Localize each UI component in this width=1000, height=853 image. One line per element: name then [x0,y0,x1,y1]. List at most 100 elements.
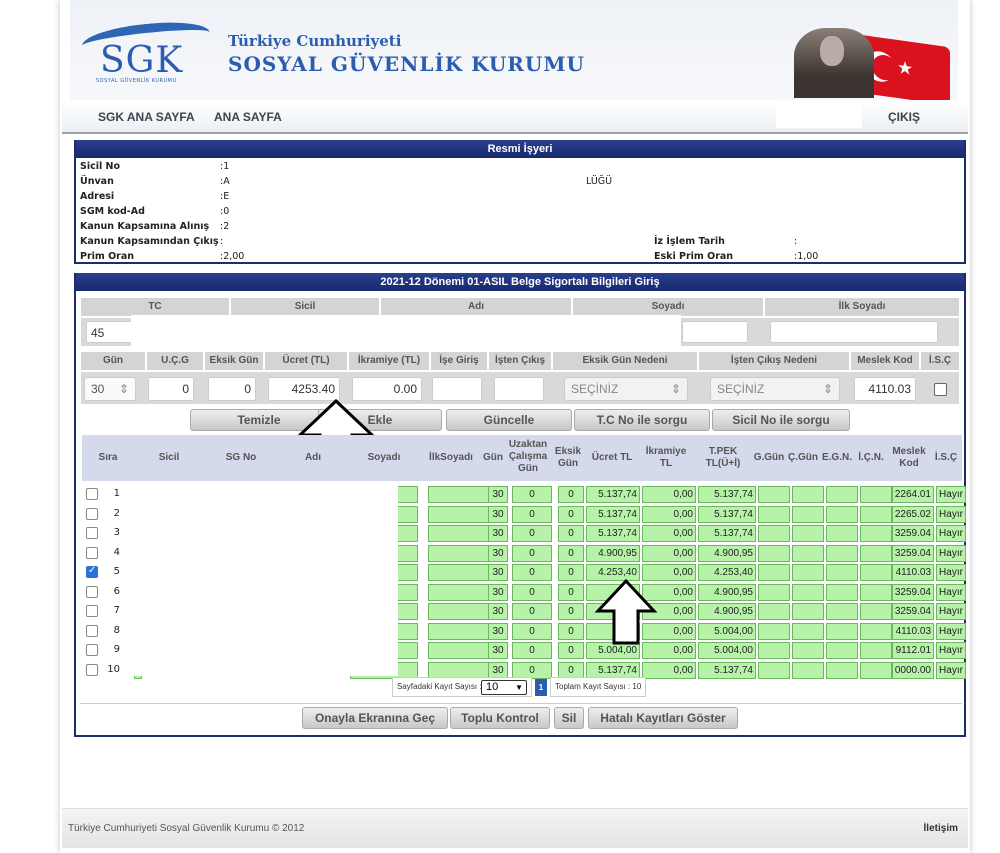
row-number: 2 [113,507,120,519]
header-isten-cikis-nedeni: İşten Çıkış Nedeni [698,351,850,371]
cell-empty [428,603,490,620]
cell-empty [860,544,892,562]
site-header: SGK SOSYAL GÜVENLİK KURUMU Türkiye Cumhu… [70,0,958,100]
cell-meslek: 2265.02 [892,505,934,523]
ise-giris-input[interactable] [432,377,482,401]
cell-ucret: 5.137,74 [586,525,640,542]
confirm-screen-button[interactable]: Onayla Ekranına Geç [302,707,448,729]
value-unvan: :A [220,176,230,187]
updown-icon: ⇕ [670,382,681,396]
cell-empty [792,603,824,620]
ilk-soyadi-input[interactable] [770,321,938,343]
row-number: 3 [113,527,120,538]
isten-cikis-nedeni-select[interactable]: SEÇİNİZ ⇕ [710,377,840,401]
cell-eksik: 0 [558,661,584,679]
cell-meslek: 9112.01 [892,642,934,659]
row-checkbox[interactable] [86,644,98,656]
cell-empty [826,544,858,562]
cell-uzaktan: 0 [512,525,552,542]
cell-gun: 30 [488,564,508,581]
cell-empty [428,661,490,679]
delete-button[interactable]: Sil [554,707,584,729]
ucg-input[interactable]: 0 [148,377,194,401]
label-kanun-alinis: Kanun Kapsamına Alınış [80,221,210,232]
nav-logout[interactable]: ÇIKIŞ [888,110,920,124]
page-size-select[interactable]: 10 ▼ [481,680,527,695]
cell-empty [758,505,790,523]
cell-tpek: 4.900,95 [698,603,756,620]
row-checkbox[interactable] [86,507,98,520]
header-adi: Adı [380,297,572,317]
cell-empty [860,661,892,679]
entry-panel-title: 2021-12 Dönemi 01-ASIL Belge Sigortalı B… [76,273,964,291]
th-sira: Sıra [98,452,118,463]
row-checkbox[interactable] [86,663,98,676]
isten-cikis-input[interactable] [494,377,544,401]
cell-isc: Hayır [936,544,966,562]
row-checkbox[interactable] [86,565,98,578]
gun-select[interactable]: 30 ⇕ [84,377,136,401]
ucret-input[interactable]: 4253.40 [268,377,340,401]
header-ise-giris: İşe Giriş [430,351,488,371]
value-sgm: :0 [220,206,230,217]
nav-sgk-home[interactable]: SGK ANA SAYFA [98,110,195,124]
cell-tpek: 5.004,00 [698,642,756,659]
footer-copyright: Türkiye Cumhuriyeti Sosyal Güvenlik Kuru… [68,823,305,834]
ikramiye-input[interactable]: 0.00 [352,377,422,401]
cell-ucret: 5.137,74 [586,505,640,523]
footer-contact-link[interactable]: İletişim [924,823,958,834]
nav-main-page[interactable]: ANA SAYFA [214,110,282,124]
cell-gun: 30 [488,486,508,503]
header-line1: Türkiye Cumhuriyeti [228,32,402,50]
row-checkbox[interactable] [86,624,98,637]
cell-tpek: 4.900,95 [698,544,756,562]
label-sicil-no: Sicil No [80,161,121,172]
meslek-kod-input[interactable]: 4110.03 [854,377,916,401]
row-checkbox[interactable] [86,585,98,598]
show-errors-button[interactable]: Hatalı Kayıtları Göster [588,707,738,729]
cell-isc: Hayır [936,661,966,679]
th-egn: E.G.N. [821,452,852,463]
th-soyadi: Soyadı [367,452,401,463]
page-size-label: Sayfadaki Kayıt Sayısı : [397,682,482,691]
cell-empty [826,486,858,503]
cell-empty [428,505,490,523]
cell-isc: Hayır [936,525,966,542]
cell-empty [428,564,490,581]
sicil-query-button[interactable]: Sicil No ile sorgu [712,409,850,431]
row-checkbox[interactable] [86,605,98,617]
value-iz-islem: : [794,236,798,247]
label-iz-islem: İz İşlem Tarih [654,236,725,247]
cell-eksik: 0 [558,583,584,601]
eksik-gun-input[interactable]: 0 [208,377,256,401]
footer: Türkiye Cumhuriyeti Sosyal Güvenlik Kuru… [62,808,968,848]
th-cgun: Ç.Gün [788,452,818,463]
row-checkbox[interactable] [86,527,98,539]
cell-isc: Hayır [936,505,966,523]
cell-eksik: 0 [558,544,584,562]
cell-gun: 30 [488,642,508,659]
update-button[interactable]: Güncelle [446,409,572,431]
cell-empty [860,505,892,523]
th-gun: Gün [483,452,503,463]
soyadi-input[interactable] [682,321,748,343]
page-1-link[interactable]: 1 [535,679,547,696]
isc-checkbox[interactable] [934,383,947,396]
cell-empty [826,642,858,659]
header-soyadi: Soyadı [572,297,764,317]
label-sgm: SGM kod-Ad [80,206,145,217]
bulk-check-button[interactable]: Toplu Kontrol [450,707,550,729]
cell-tpek: 5.137,74 [698,661,756,679]
cell-meslek: 0000.00 [892,661,934,679]
tc-query-button[interactable]: T.C No ile sorgu [574,409,710,431]
value-kanun-alinis: :2 [220,221,230,232]
eksik-gun-nedeni-select[interactable]: SEÇİNİZ ⇕ [564,377,688,401]
row-checkbox[interactable] [86,488,98,500]
value-prim-oran: :2,00 [220,251,245,262]
th-icn: İ.Ç.N. [858,452,884,463]
row-checkbox[interactable] [86,546,98,559]
cell-eksik: 0 [558,603,584,620]
cell-eksik: 0 [558,622,584,640]
cell-empty [758,642,790,659]
cell-eksik: 0 [558,486,584,503]
